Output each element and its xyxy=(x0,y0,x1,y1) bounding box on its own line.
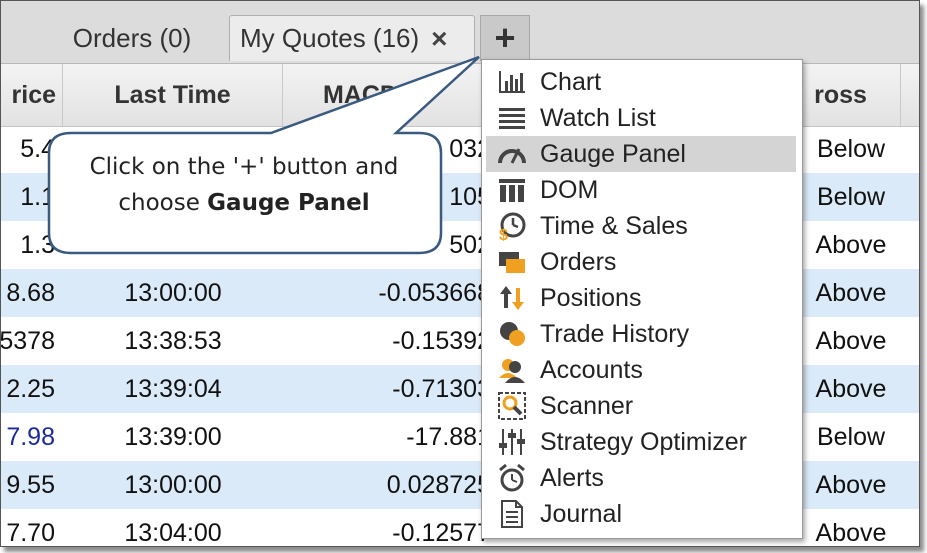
callout-line-2-prefix: choose xyxy=(118,190,208,216)
callout-line-2-bold: Gauge Panel xyxy=(207,190,370,216)
accounts-icon xyxy=(496,355,528,385)
menu-item-label: Orders xyxy=(540,247,617,276)
callout-text: Click on the '+' button and choose Gauge… xyxy=(49,149,439,221)
watch-list-icon xyxy=(496,103,528,133)
menu-item-label: Positions xyxy=(540,283,642,312)
menu-item-chart[interactable]: Chart xyxy=(486,64,796,100)
svg-text:$: $ xyxy=(499,227,508,241)
time-sales-icon: $ xyxy=(496,211,528,241)
menu-item-watch-list[interactable]: Watch List xyxy=(486,100,796,136)
callout-line-1: Click on the '+' button and xyxy=(89,154,399,180)
menu-item-alerts[interactable]: Alerts xyxy=(486,460,796,496)
strategy-optimizer-icon xyxy=(496,427,528,457)
menu-item-label: Watch List xyxy=(540,103,656,132)
journal-icon xyxy=(496,499,528,529)
callout-line-2: choose Gauge Panel xyxy=(49,185,439,221)
menu-item-label: Trade History xyxy=(540,319,690,348)
menu-item-label: Gauge Panel xyxy=(540,139,686,168)
scanner-icon xyxy=(496,391,528,421)
menu-item-dom[interactable]: DOM xyxy=(486,172,796,208)
menu-item-journal[interactable]: Journal xyxy=(486,496,796,532)
app-window: Orders (0) My Quotes (16) × + rice Last … xyxy=(0,0,920,547)
dom-icon xyxy=(496,175,528,205)
menu-item-label: Journal xyxy=(540,499,622,528)
menu-item-label: Scanner xyxy=(540,391,634,420)
menu-item-orders[interactable]: Orders xyxy=(486,244,796,280)
trade-history-icon xyxy=(496,319,528,349)
menu-item-scanner[interactable]: Scanner xyxy=(486,388,796,424)
menu-item-label: Alerts xyxy=(540,463,604,492)
chart-icon xyxy=(496,67,528,97)
menu-item-gauge-panel[interactable]: Gauge Panel xyxy=(486,136,796,172)
gauge-icon xyxy=(496,139,528,169)
add-panel-menu: Chart Watch List Gauge Panel DOM $ Time & Sal… xyxy=(481,59,803,539)
menu-item-label: Accounts xyxy=(540,355,643,384)
menu-item-positions[interactable]: Positions xyxy=(486,280,796,316)
menu-item-trade-history[interactable]: Trade History xyxy=(486,316,796,352)
menu-item-label: Time & Sales xyxy=(540,211,688,240)
menu-item-label: DOM xyxy=(540,175,599,204)
positions-icon xyxy=(496,283,528,313)
menu-item-label: Chart xyxy=(540,67,602,96)
menu-item-label: Strategy Optimizer xyxy=(540,427,748,456)
alarm-clock-icon xyxy=(496,463,528,493)
menu-item-strategy-optimizer[interactable]: Strategy Optimizer xyxy=(486,424,796,460)
orders-icon xyxy=(496,247,528,277)
menu-item-time-sales[interactable]: $ Time & Sales xyxy=(486,208,796,244)
menu-item-accounts[interactable]: Accounts xyxy=(486,352,796,388)
